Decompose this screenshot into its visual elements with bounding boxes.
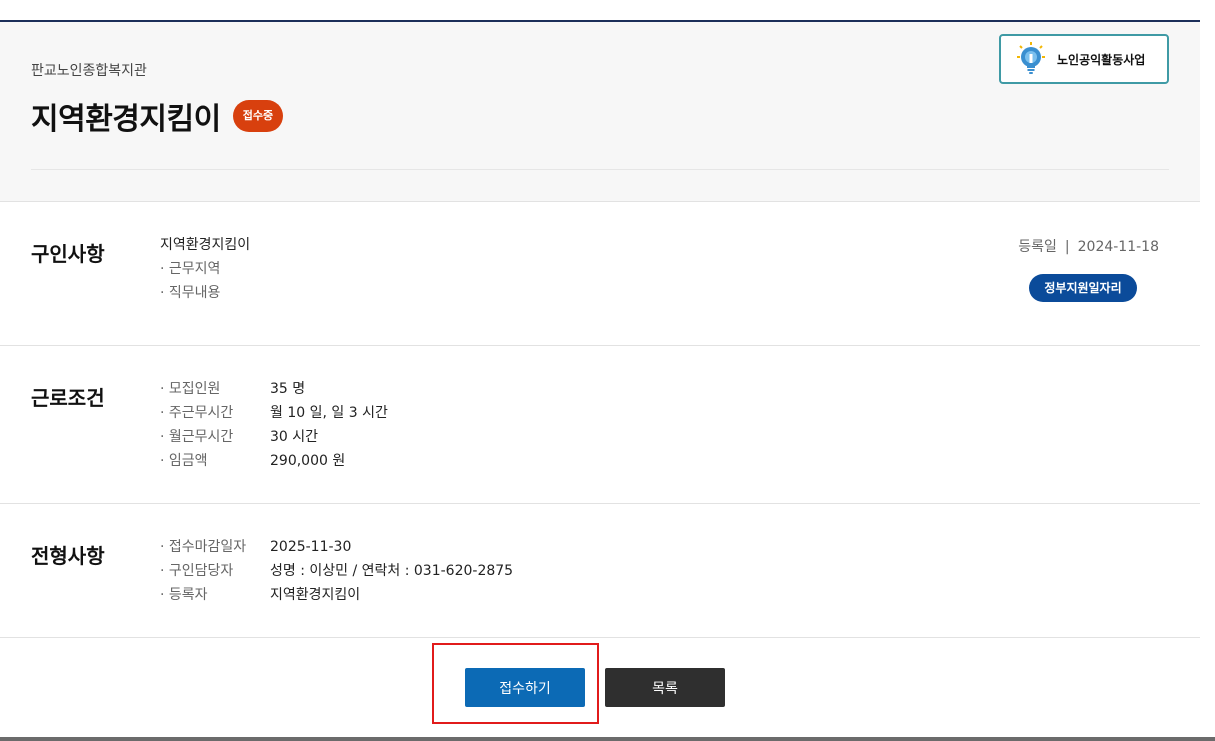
condition-row: · 모집인원 35 명 (160, 377, 388, 401)
selection-row: · 등록자 지역환경지킴이 (160, 583, 513, 607)
selection-value: 지역환경지킴이 (270, 587, 361, 603)
program-label: 노인공익활동사업 (1057, 52, 1146, 67)
page-margin (1200, 0, 1215, 737)
selection-row: · 접수마감일자 2025-11-30 (160, 535, 513, 559)
lightbulb-icon (1013, 41, 1049, 77)
registration-date: 등록일 | 2024-11-18 (1018, 236, 1159, 256)
selection-label: · 접수마감일자 (160, 539, 247, 555)
work-area-label: · 근무지역 (160, 261, 221, 277)
apply-button[interactable]: 접수하기 (465, 668, 585, 707)
conditions-section: 근로조건 · 모집인원 35 명 · 주근무시간 월 10 일, 일 3 시간 · … (0, 346, 1200, 504)
header-divider (31, 169, 1169, 170)
recruit-section: 구인사항 지역환경지킴이 · 근무지역 · 직무내용 등록일 | 2024-11-1… (0, 202, 1200, 346)
condition-label: · 주근무시간 (160, 405, 234, 421)
recruit-details: 지역환경지킴이 · 근무지역 · 직무내용 (160, 233, 250, 305)
selection-label: · 등록자 (160, 587, 208, 603)
condition-label: · 월근무시간 (160, 429, 234, 445)
selection-value: 성명 : 이상민 / 연락처 : 031-620-2875 (270, 563, 514, 579)
conditions-heading: 근로조건 (31, 386, 105, 410)
condition-value: 30 시간 (270, 429, 319, 445)
list-button[interactable]: 목록 (605, 668, 725, 707)
page-title: 지역환경지킴이 (31, 102, 221, 137)
condition-row: · 임금액 290,000 원 (160, 449, 388, 473)
condition-value: 35 명 (270, 381, 306, 397)
selection-value: 2025-11-30 (270, 539, 352, 555)
job-name: 지역환경지킴이 (160, 237, 251, 253)
condition-value: 월 10 일, 일 3 시간 (270, 405, 388, 421)
job-description-label: · 직무내용 (160, 285, 221, 301)
selection-section: 전형사항 · 접수마감일자 2025-11-30 · 구인담당자 성명 : 이상민 … (0, 504, 1200, 638)
conditions-details: · 모집인원 35 명 · 주근무시간 월 10 일, 일 3 시간 · 월근무시간… (160, 377, 388, 473)
condition-label: · 임금액 (160, 453, 208, 469)
title-row: 지역환경지킴이 접수중 (31, 94, 284, 138)
status-badge: 접수중 (232, 100, 284, 132)
condition-value: 290,000 원 (270, 453, 346, 469)
condition-row: · 주근무시간 월 10 일, 일 3 시간 (160, 401, 388, 425)
registration-label: 등록일 (1018, 239, 1057, 255)
condition-label: · 모집인원 (160, 381, 221, 397)
bottom-bar (0, 737, 1215, 741)
registration-value: 2024-11-18 (1077, 239, 1159, 255)
program-badge: 노인공익활동사업 (999, 34, 1169, 84)
gov-support-badge: 정부지원일자리 (1029, 274, 1137, 302)
job-header: 판교노인종합복지관 지역환경지킴이 접수중 노인공익활동사업 (0, 22, 1200, 202)
selection-details: · 접수마감일자 2025-11-30 · 구인담당자 성명 : 이상민 / 연락처… (160, 535, 513, 607)
condition-row: · 월근무시간 30 시간 (160, 425, 388, 449)
recruit-heading: 구인사항 (31, 242, 105, 266)
organization-name: 판교노인종합복지관 (31, 63, 147, 79)
registration-separator: | (1064, 239, 1070, 255)
job-detail-page: 판교노인종합복지관 지역환경지킴이 접수중 노인공익활동사업 구인사항 지역환경… (0, 0, 1200, 741)
selection-row: · 구인담당자 성명 : 이상민 / 연락처 : 031-620-2875 (160, 559, 513, 583)
selection-heading: 전형사항 (31, 544, 105, 568)
selection-label: · 구인담당자 (160, 563, 234, 579)
